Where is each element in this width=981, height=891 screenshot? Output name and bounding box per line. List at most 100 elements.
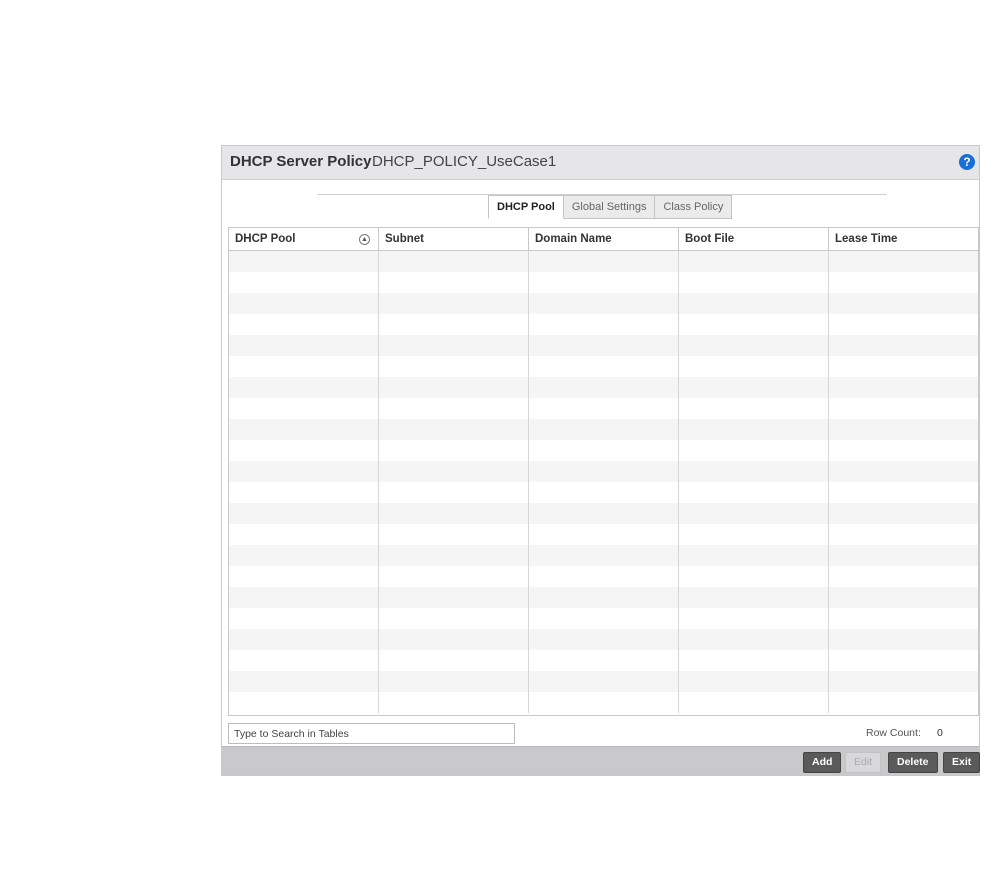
page-title: DHCP Server Policy — [230, 153, 372, 170]
empty-table-row — [229, 272, 978, 293]
table-cell — [379, 251, 529, 272]
table-cell — [529, 608, 679, 629]
table-cell — [829, 335, 978, 356]
empty-table-row — [229, 461, 978, 482]
table-cell — [829, 419, 978, 440]
tab-global-settings[interactable]: Global Settings — [563, 195, 656, 219]
empty-table-row — [229, 650, 978, 671]
table-cell — [379, 608, 529, 629]
table-cell — [529, 335, 679, 356]
table-cell — [379, 461, 529, 482]
table-cell — [229, 335, 379, 356]
table-cell — [379, 398, 529, 419]
column-header-domain-name[interactable]: Domain Name — [529, 228, 679, 250]
table-cell — [379, 566, 529, 587]
table-cell — [529, 461, 679, 482]
empty-table-row — [229, 587, 978, 608]
table-cell — [529, 545, 679, 566]
empty-table-row — [229, 629, 978, 650]
table-cell — [829, 629, 978, 650]
table-cell — [679, 293, 829, 314]
table-cell — [679, 566, 829, 587]
table-cell — [529, 314, 679, 335]
table-cell — [829, 608, 978, 629]
table-cell — [379, 650, 529, 671]
column-header-subnet[interactable]: Subnet — [379, 228, 529, 250]
table-cell — [529, 251, 679, 272]
empty-table-row — [229, 356, 978, 377]
edit-button[interactable]: Edit — [845, 752, 882, 773]
table-cell — [229, 440, 379, 461]
table-cell — [379, 629, 529, 650]
table-cell — [679, 356, 829, 377]
table-cell — [829, 587, 978, 608]
table-cell — [229, 272, 379, 293]
table-cell — [829, 671, 978, 692]
table-cell — [529, 293, 679, 314]
table-cell — [379, 440, 529, 461]
sort-ascending-icon[interactable]: ▲ — [359, 234, 370, 245]
table-cell — [829, 482, 978, 503]
table-cell — [379, 692, 529, 713]
column-header-lease-time[interactable]: Lease Time — [829, 228, 978, 250]
table-cell — [229, 671, 379, 692]
tab-dhcp-pool[interactable]: DHCP Pool — [488, 195, 564, 219]
table-cell — [529, 377, 679, 398]
table-cell — [229, 650, 379, 671]
table-cell — [829, 398, 978, 419]
table-cell — [829, 692, 978, 713]
table-cell — [829, 272, 978, 293]
table-cell — [829, 356, 978, 377]
empty-table-row — [229, 440, 978, 461]
table-header: DHCP Pool ▲ Subnet Domain Name Boot File… — [229, 228, 978, 251]
table-cell — [379, 545, 529, 566]
table-cell — [829, 566, 978, 587]
table-cell — [529, 503, 679, 524]
delete-button[interactable]: Delete — [888, 752, 938, 773]
table-cell — [529, 692, 679, 713]
row-count-value: 0 — [937, 727, 943, 739]
table-cell — [529, 482, 679, 503]
table-cell — [229, 293, 379, 314]
empty-table-row — [229, 419, 978, 440]
tab-class-policy[interactable]: Class Policy — [655, 195, 733, 219]
table-cell — [229, 398, 379, 419]
table-cell — [679, 419, 829, 440]
table-cell — [229, 482, 379, 503]
column-header-dhcp-pool[interactable]: DHCP Pool ▲ — [229, 228, 379, 250]
table-cell — [679, 524, 829, 545]
table-cell — [229, 461, 379, 482]
table-cell — [229, 356, 379, 377]
table-body — [229, 251, 978, 715]
add-button[interactable]: Add — [803, 752, 842, 773]
empty-table-row — [229, 692, 978, 713]
row-count-label: Row Count: — [866, 727, 921, 739]
table-cell — [529, 524, 679, 545]
table-cell — [229, 251, 379, 272]
column-header-label: DHCP Pool — [235, 233, 296, 245]
table-cell — [679, 629, 829, 650]
empty-table-row — [229, 545, 978, 566]
table-cell — [679, 314, 829, 335]
table-cell — [379, 671, 529, 692]
table-cell — [529, 356, 679, 377]
table-cell — [529, 272, 679, 293]
table-cell — [379, 272, 529, 293]
empty-table-row — [229, 503, 978, 524]
empty-table-row — [229, 524, 978, 545]
table-cell — [379, 419, 529, 440]
table-cell — [529, 587, 679, 608]
exit-button[interactable]: Exit — [943, 752, 981, 773]
table-cell — [379, 482, 529, 503]
table-cell — [529, 650, 679, 671]
table-cell — [379, 293, 529, 314]
help-icon[interactable]: ? — [959, 154, 975, 170]
table-cell — [379, 314, 529, 335]
table-cell — [829, 377, 978, 398]
empty-table-row — [229, 671, 978, 692]
table-search-input[interactable] — [228, 723, 515, 744]
table-cell — [829, 503, 978, 524]
table-cell — [529, 398, 679, 419]
column-header-boot-file[interactable]: Boot File — [679, 228, 829, 250]
table-cell — [229, 524, 379, 545]
